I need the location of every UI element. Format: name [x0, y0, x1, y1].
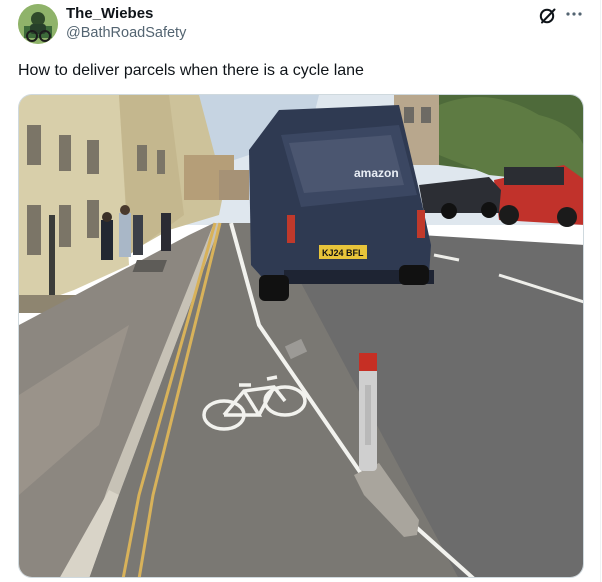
tweet-card: The_Wiebes @BathRoadSafety How to delive…	[0, 0, 601, 582]
tweet-text: How to deliver parcels when there is a c…	[18, 62, 364, 79]
author-handle[interactable]: @BathRoadSafety	[66, 25, 186, 41]
avatar[interactable]	[18, 4, 58, 44]
more-icon[interactable]	[563, 4, 585, 24]
street-scene-photo: amazon KJ24 BFL	[19, 95, 583, 577]
van-license-plate: KJ24 BFL	[322, 248, 364, 258]
van-brand-text: amazon	[354, 166, 399, 180]
author-name[interactable]: The_Wiebes	[66, 5, 153, 22]
tweet-photo[interactable]: amazon KJ24 BFL	[18, 94, 584, 578]
grok-icon[interactable]	[538, 6, 558, 26]
